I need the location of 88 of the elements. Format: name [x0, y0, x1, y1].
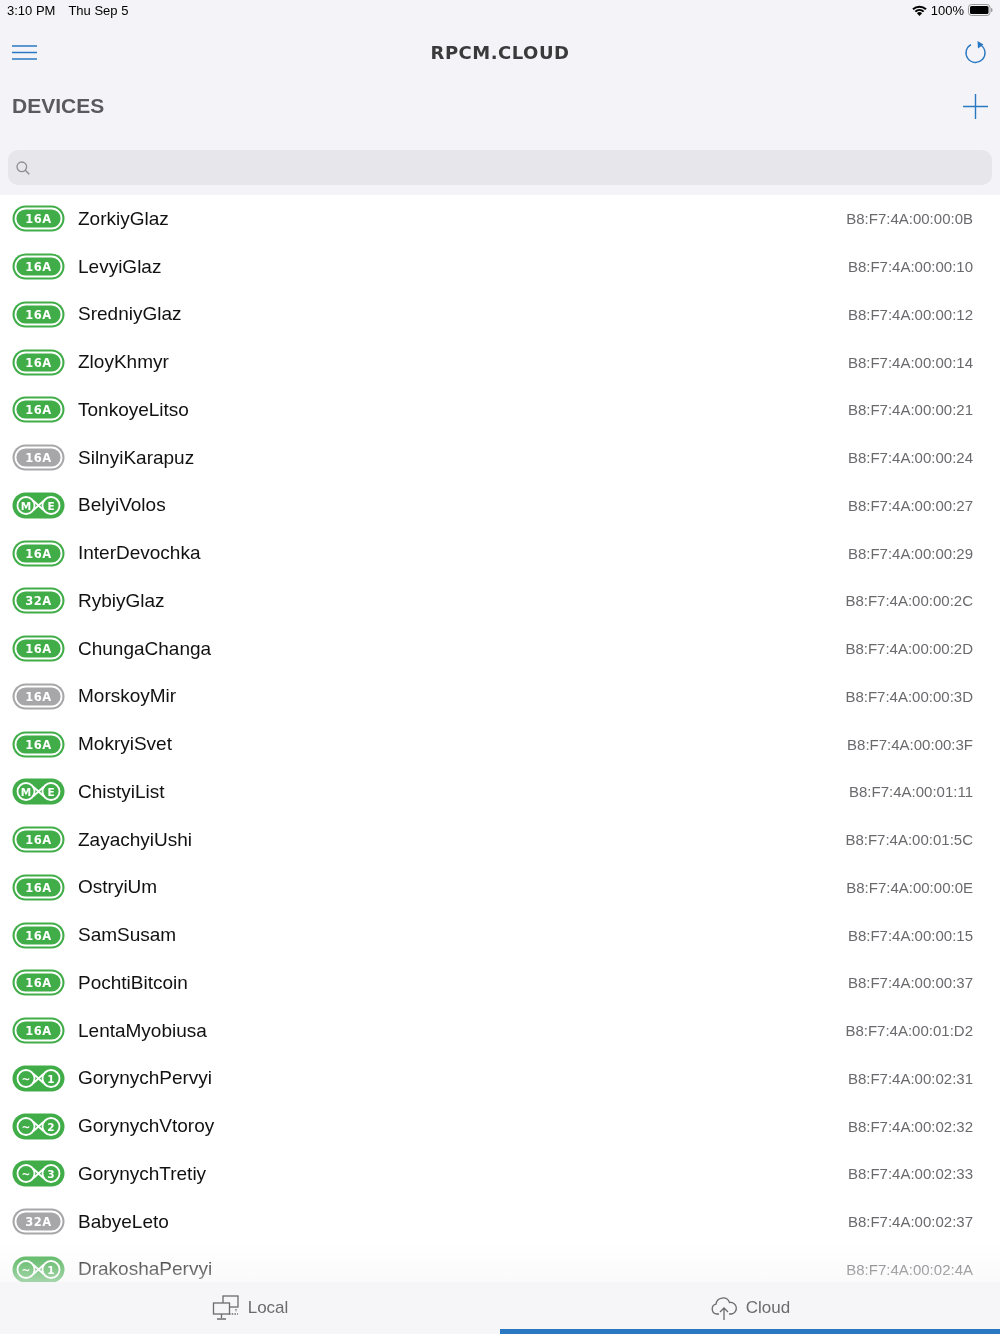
app-logo: RPCM.CLOUD [430, 41, 570, 63]
battery-percent: 100% [930, 2, 964, 18]
mac-address: B8:F7:4A:00:00:2C [845, 592, 973, 610]
mac-address: B8:F7:4A:00:02:33 [847, 1165, 973, 1183]
device-name: MorskoyMir [78, 685, 177, 708]
loop-badge: M E [12, 491, 65, 519]
device-name: InterDevochka [78, 542, 201, 565]
current-badge: 32A [12, 587, 65, 615]
device-name: PochtiBitcoin [78, 971, 188, 994]
current-badge: 16A [12, 826, 65, 854]
current-badge: 16A [12, 873, 65, 901]
tab[interactable]: Local [0, 1282, 500, 1334]
loop-badge: ~ 1 [12, 1255, 65, 1282]
status-time: 3:10 PM [7, 2, 56, 18]
device-name: SamSusam [78, 924, 177, 947]
mac-address: B8:F7:4A:00:00:24 [847, 449, 973, 467]
mac-address: B8:F7:4A:00:00:10 [847, 258, 973, 276]
device-name: MokryiSvet [78, 733, 172, 756]
device-name: ChungaChanga [78, 637, 212, 660]
current-badge: 16A [12, 348, 65, 376]
mac-address: B8:F7:4A:00:01:11 [849, 783, 973, 801]
current-badge: 16A [12, 205, 65, 233]
mac-address: B8:F7:4A:00:02:4A [846, 1260, 973, 1278]
status-date: Thu Sep 5 [68, 2, 129, 18]
device-name: SilnyiKarapuz [78, 446, 195, 469]
refresh-button[interactable] [964, 40, 988, 64]
loop-badge: ~ 3 [12, 1160, 65, 1188]
menu-icon [12, 44, 37, 60]
refresh-icon [964, 40, 988, 64]
device-name: GorynychPervyi [78, 1067, 213, 1090]
current-badge: 16A [12, 1017, 65, 1045]
menu-button[interactable] [12, 44, 37, 60]
mac-address: B8:F7:4A:00:00:12 [847, 305, 973, 323]
device-name: LevyiGlaz [78, 255, 162, 278]
device-name: LentaMyobiusa [78, 1019, 207, 1042]
mac-address: B8:F7:4A:00:00:14 [847, 353, 973, 371]
mac-address: B8:F7:4A:00:00:15 [847, 926, 973, 944]
tab[interactable]: Cloud [500, 1282, 1000, 1334]
loop-badge: ~ 2 [12, 1112, 65, 1140]
current-badge: 16A [12, 635, 65, 663]
search-icon [16, 160, 30, 175]
search-field[interactable] [8, 150, 992, 185]
mac-address: B8:F7:4A:00:00:3F [847, 735, 973, 753]
battery-icon [968, 4, 993, 16]
mac-address: B8:F7:4A:00:02:37 [847, 1213, 973, 1231]
mac-address: B8:F7:4A:00:00:3D [845, 687, 973, 705]
mac-address: B8:F7:4A:00:00:0E [846, 878, 973, 896]
computers-icon [211, 1295, 240, 1321]
current-badge: 16A [12, 300, 65, 328]
device-name: ChistyiList [78, 780, 165, 803]
device-name: RybiyGlaz [78, 589, 165, 612]
current-badge: 16A [12, 444, 65, 472]
current-badge: 16A [12, 730, 65, 758]
device-name: SredniyGlaz [78, 303, 182, 326]
mac-address: B8:F7:4A:00:00:2D [845, 640, 973, 658]
device-name: OstryiUm [78, 876, 158, 899]
plus-icon [963, 93, 988, 119]
device-name: ZorkiyGlaz [78, 207, 169, 230]
device-name: BabyeLeto [78, 1210, 169, 1233]
current-badge: 16A [12, 253, 65, 281]
device-name: GorynychTretiy [78, 1162, 207, 1185]
mac-address: B8:F7:4A:00:00:27 [847, 496, 973, 514]
mac-address: B8:F7:4A:00:02:31 [847, 1069, 973, 1087]
loop-badge: M E [12, 778, 65, 806]
mac-address: B8:F7:4A:00:01:D2 [845, 1022, 973, 1040]
device-name: BelyiVolos [78, 494, 166, 517]
cloud-upload-icon [709, 1295, 738, 1321]
page-title: DEVICES [12, 94, 105, 118]
mac-address: B8:F7:4A:00:00:37 [847, 974, 973, 992]
current-badge: 16A [12, 921, 65, 949]
mac-address: B8:F7:4A:00:00:0B [846, 210, 973, 228]
device-name: ZayachyiUshi [78, 828, 193, 851]
current-badge: 16A [12, 396, 65, 424]
device-name: DrakoshaPervyi [78, 1258, 213, 1281]
current-badge: 32A [12, 1208, 65, 1236]
device-name: ZloyKhmyr [78, 351, 169, 374]
current-badge: 16A [12, 682, 65, 710]
loop-badge: ~ 1 [12, 1064, 65, 1092]
wifi-icon [911, 4, 927, 16]
mac-address: B8:F7:4A:00:00:21 [847, 401, 973, 419]
current-badge: 16A [12, 539, 65, 567]
mac-address: B8:F7:4A:00:02:32 [847, 1117, 973, 1135]
mac-address: B8:F7:4A:00:00:29 [847, 544, 973, 562]
add-button[interactable] [963, 93, 988, 119]
device-name: TonkoyeLitso [78, 398, 189, 421]
mac-address: B8:F7:4A:00:01:5C [845, 831, 973, 849]
device-name: GorynychVtoroy [78, 1115, 215, 1138]
current-badge: 16A [12, 969, 65, 997]
